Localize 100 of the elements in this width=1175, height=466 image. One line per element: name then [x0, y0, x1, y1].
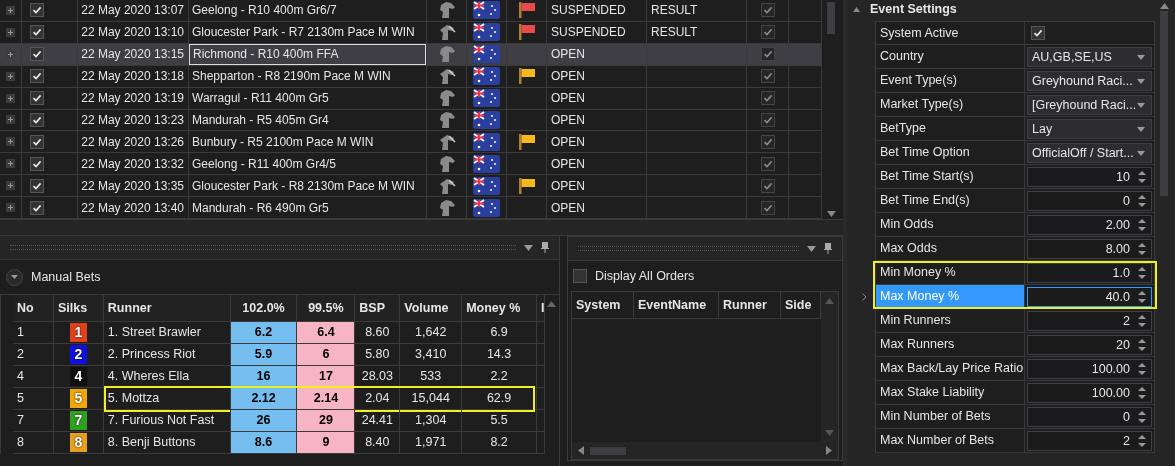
dropdown[interactable]: [Greyhound Raci...: [1027, 95, 1152, 115]
checkbox[interactable]: [30, 3, 44, 18]
event-date: 22 May 2020 13:23: [81, 112, 184, 129]
expand-icon[interactable]: [6, 181, 15, 191]
expand-icon[interactable]: [6, 71, 15, 81]
scroll-right-icon[interactable]: [826, 446, 832, 455]
checkbox[interactable]: [30, 134, 44, 149]
expand-icon[interactable]: [6, 49, 15, 59]
lay-price[interactable]: 6: [297, 344, 356, 366]
property-label: Max Stake Liability: [880, 384, 985, 402]
checkbox[interactable]: [760, 25, 775, 40]
column-header[interactable]: Side: [785, 295, 812, 315]
checkbox[interactable]: [30, 178, 44, 193]
expand-icon[interactable]: [6, 5, 15, 15]
checkbox[interactable]: [760, 69, 775, 84]
panel-gripper[interactable]: [10, 245, 516, 250]
back-price[interactable]: 5.9: [230, 344, 298, 366]
scroll-down-icon[interactable]: [826, 211, 836, 217]
scroll-up-icon[interactable]: [547, 301, 556, 307]
checkbox[interactable]: [30, 156, 44, 171]
column-header[interactable]: No: [17, 298, 34, 318]
back-price[interactable]: 26: [230, 410, 298, 432]
event-row[interactable]: 22 May 2020 13:19 Warragul - R11 400m Gr5 OPEN: [0, 87, 822, 110]
checkbox[interactable]: [30, 69, 44, 84]
column-header[interactable]: EventName: [638, 295, 707, 315]
column-header[interactable]: Runner: [723, 295, 767, 315]
caret-icon[interactable]: [524, 244, 533, 251]
dropdown[interactable]: AU,GB,SE,US: [1027, 47, 1152, 67]
event-row[interactable]: 22 May 2020 13:32 Geelong - R11 400m Gr4/5 OPEN: [0, 153, 822, 176]
expand-icon[interactable]: [6, 115, 15, 125]
scroll-left-icon[interactable]: [578, 446, 584, 455]
collapse-button[interactable]: [6, 268, 23, 286]
checkbox[interactable]: [760, 178, 775, 193]
column-header[interactable]: 99.5%: [308, 298, 344, 318]
checkbox[interactable]: [30, 200, 44, 215]
scrollbar-thumb[interactable]: [1160, 11, 1168, 196]
lay-price[interactable]: 17: [297, 366, 356, 388]
panel-gripper[interactable]: [578, 246, 799, 251]
expand-icon[interactable]: [6, 93, 15, 103]
column-header[interactable]: Silks: [57, 298, 88, 318]
column-header[interactable]: Money %: [466, 298, 521, 318]
event-row[interactable]: 22 May 2020 13:40 Mandurah - R6 490m Gr5 OPEN: [0, 197, 822, 220]
scrollbar-thumb[interactable]: [590, 446, 626, 455]
expand-icon[interactable]: [6, 203, 15, 213]
pin-icon[interactable]: [824, 243, 832, 254]
event-status: SUSPENDED: [551, 24, 626, 42]
checkbox[interactable]: [760, 113, 775, 127]
expand-icon[interactable]: [6, 27, 15, 37]
back-price[interactable]: 2.12: [230, 388, 298, 410]
scroll-up-icon[interactable]: [1159, 3, 1169, 9]
checkbox-label[interactable]: Display All Orders: [595, 266, 695, 286]
checkbox[interactable]: [760, 3, 775, 18]
checkbox[interactable]: [760, 134, 775, 149]
lay-price[interactable]: 6.4: [297, 322, 356, 344]
event-status: OPEN: [551, 133, 585, 151]
event-row[interactable]: 22 May 2020 13:15 Richmond - R10 400m FFA OPEN: [0, 43, 822, 66]
scrollbar-thumb[interactable]: [827, 2, 835, 34]
checkbox[interactable]: [30, 113, 44, 127]
pin-icon[interactable]: [541, 242, 549, 253]
checkbox[interactable]: [30, 47, 44, 62]
caret-icon: [1137, 54, 1145, 60]
scrollbar[interactable]: [572, 442, 838, 459]
checkbox[interactable]: [30, 91, 44, 106]
event-row[interactable]: 22 May 2020 13:26 Bunbury - R5 2100m Pace M WIN OPEN: [0, 131, 822, 154]
lay-price[interactable]: 29: [297, 410, 356, 432]
checkbox[interactable]: [760, 91, 775, 106]
flag-icon: [517, 132, 536, 151]
column-header[interactable]: 102.0%: [242, 298, 285, 318]
column-header[interactable]: Volume: [404, 298, 449, 318]
property-label: BetType: [880, 120, 926, 138]
caret-icon[interactable]: [807, 245, 816, 252]
dropdown[interactable]: Greyhound Raci...: [1027, 71, 1152, 91]
column-header[interactable]: I: [541, 298, 544, 318]
event-row[interactable]: 22 May 2020 13:07 Geelong - R10 400m Gr6/7 SUSPENDED RESULT: [0, 0, 822, 22]
event-date: 22 May 2020 13:35: [81, 177, 184, 195]
checkbox[interactable]: [760, 156, 775, 171]
back-price[interactable]: 6.2: [230, 322, 298, 344]
checkbox[interactable]: [1031, 26, 1045, 40]
column-header[interactable]: BSP: [359, 298, 386, 318]
checkbox[interactable]: [760, 200, 775, 215]
caret-icon: [1137, 102, 1145, 108]
flag-icon: [473, 67, 500, 86]
event-row[interactable]: 22 May 2020 13:18 Shepparton - R8 2190m Pace M WIN OPEN: [0, 65, 822, 88]
event-row[interactable]: 22 May 2020 13:23 Mandurah - R5 405m Gr4 OPEN: [0, 109, 822, 132]
expand-icon[interactable]: [6, 159, 15, 169]
event-row[interactable]: 22 May 2020 13:10 Gloucester Park - R7 2130m Pace M WIN SUSPENDED RESULT: [0, 21, 822, 44]
dropdown[interactable]: OfficialOff / Start...: [1027, 143, 1152, 163]
event-row[interactable]: 22 May 2020 13:35 Gloucester Park - R8 2130m Pace M WIN OPEN: [0, 175, 822, 198]
lay-price[interactable]: 2.14: [297, 388, 356, 410]
collapse-icon[interactable]: [853, 6, 860, 12]
column-header[interactable]: Runner: [107, 298, 152, 318]
checkbox[interactable]: [30, 25, 44, 40]
checkbox[interactable]: [760, 47, 775, 62]
dropdown[interactable]: Lay: [1027, 119, 1152, 139]
back-price[interactable]: 8.6: [230, 432, 298, 454]
checkbox[interactable]: [573, 269, 587, 283]
column-header[interactable]: System: [576, 295, 621, 315]
expand-icon[interactable]: [6, 137, 15, 147]
lay-price[interactable]: 9: [297, 432, 356, 454]
property-label: Bet Time Start(s): [880, 168, 974, 186]
